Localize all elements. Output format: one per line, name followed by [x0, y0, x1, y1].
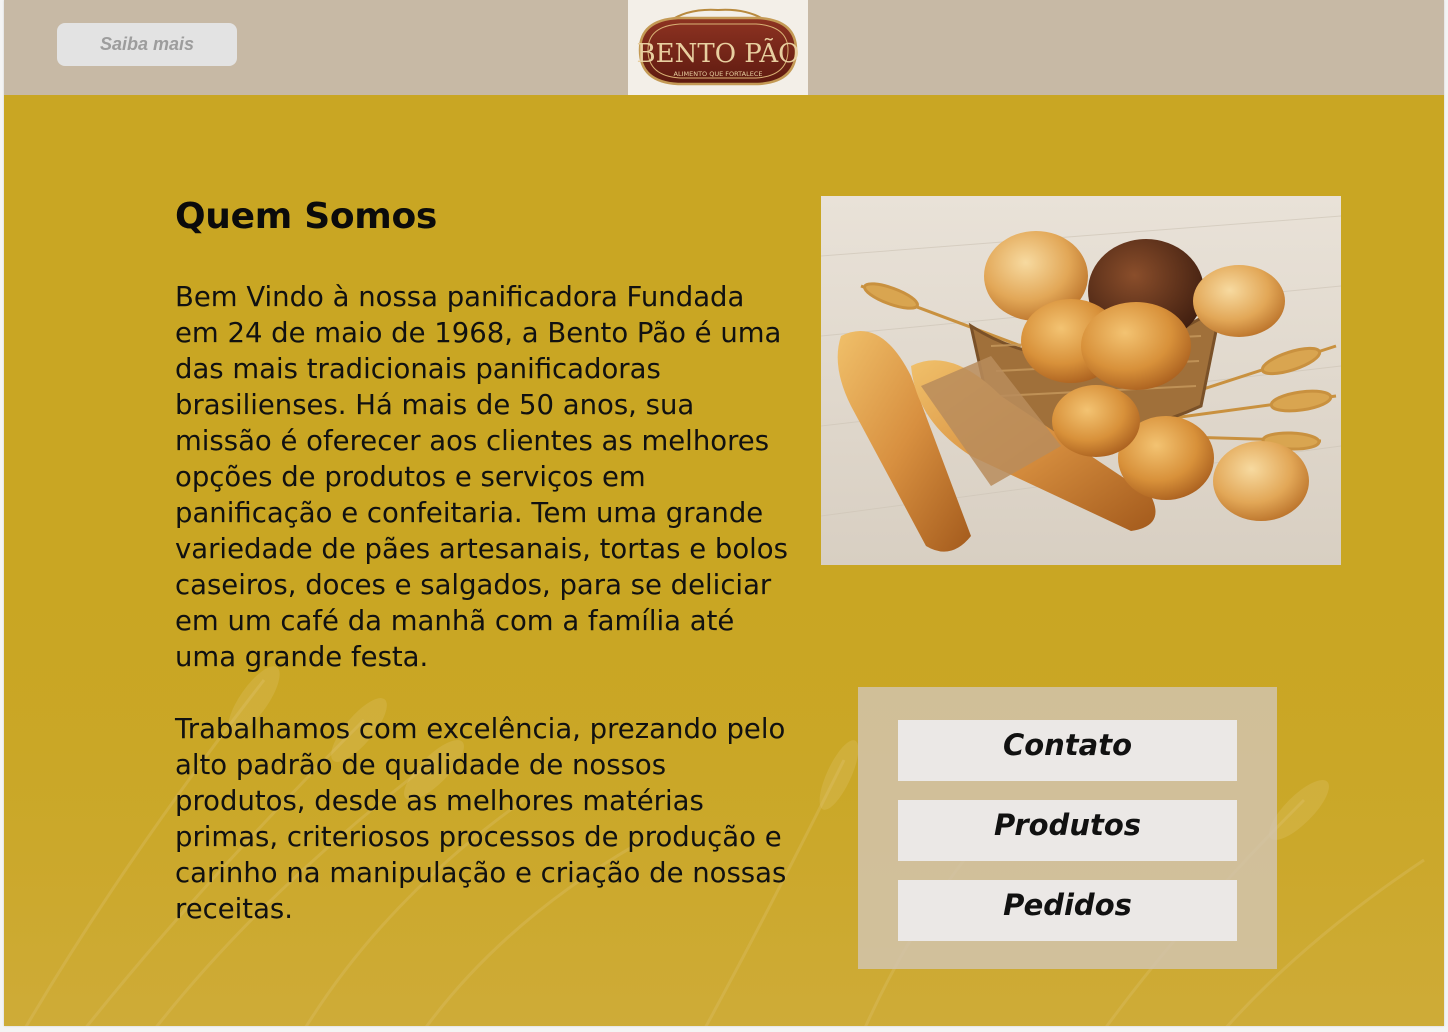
about-paragraph-2: Trabalhamos com excelência, prezando pel… [175, 713, 787, 925]
logo-emblem-icon: BENTO PÃO ALIMENTO QUE FORTALECE [637, 8, 800, 86]
bread-photo-icon [821, 196, 1341, 565]
logo-brand-text: BENTO PÃO [637, 37, 800, 69]
nav-button-contato[interactable]: Contato [898, 720, 1237, 781]
nav-button-produtos[interactable]: Produtos [898, 800, 1237, 861]
saiba-mais-button[interactable]: Saiba mais [57, 23, 237, 66]
nav-label-contato: Contato [1002, 727, 1133, 762]
nav-panel: Contato Produtos Pedidos [858, 687, 1277, 969]
logo-tagline-text: ALIMENTO QUE FORTALECE [674, 70, 763, 78]
bento-pao-logo[interactable]: BENTO PÃO ALIMENTO QUE FORTALECE [628, 0, 808, 95]
about-paragraph-1: Bem Vindo à nossa panificadora Fundada e… [175, 281, 788, 673]
page-title: Quem Somos [175, 196, 438, 237]
top-bar: Saiba mais BENTO PÃO ALIMENTO QUE FORTAL… [4, 0, 1444, 95]
bread-basket-image [821, 196, 1341, 565]
nav-button-pedidos[interactable]: Pedidos [898, 880, 1237, 941]
nav-label-produtos: Produtos [993, 807, 1142, 842]
nav-label-pedidos: Pedidos [1003, 887, 1132, 922]
page: Saiba mais BENTO PÃO ALIMENTO QUE FORTAL… [4, 0, 1444, 1026]
